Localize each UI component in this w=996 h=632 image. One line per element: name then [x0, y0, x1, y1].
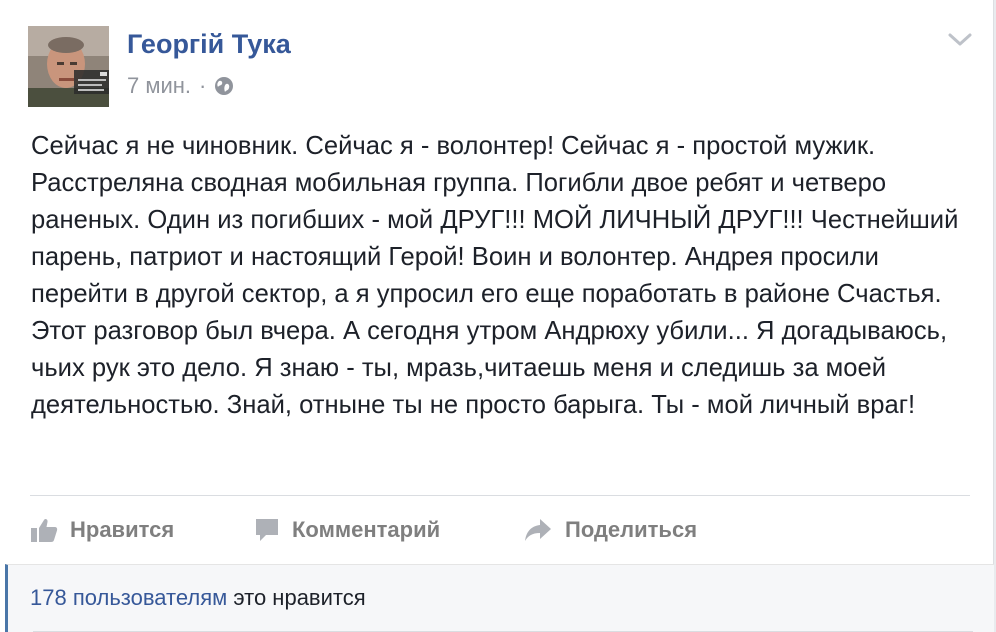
- post-text: Сейчас я не чиновник. Сейчас я - волонте…: [31, 132, 959, 419]
- post-card: Георгій Тука 7 мин. · Сейчас я не чиновн…: [0, 0, 994, 632]
- like-button[interactable]: Нравится: [30, 517, 254, 543]
- likes-summary: 178 пользователям это нравится: [5, 564, 994, 632]
- share-label: Поделиться: [565, 517, 698, 542]
- globe-icon[interactable]: [214, 76, 234, 96]
- avatar-photo: [28, 26, 109, 107]
- likes-count-link[interactable]: 178 пользователям: [30, 585, 227, 610]
- likes-suffix: это нравится: [233, 585, 366, 610]
- share-button[interactable]: Поделиться: [523, 517, 763, 543]
- comment-button[interactable]: Комментарий: [254, 517, 523, 543]
- post-meta: 7 мин. ·: [127, 73, 234, 99]
- post-actions: Нравится Комментарий Поделиться: [30, 510, 763, 550]
- likes-text: 178 пользователям это нравится: [30, 585, 366, 611]
- comment-bubble-icon: [256, 519, 278, 541]
- thumbs-up-icon: [31, 518, 58, 542]
- meta-separator: ·: [199, 73, 207, 98]
- like-label: Нравится: [70, 517, 175, 542]
- author-name[interactable]: Георгій Тука: [127, 29, 291, 60]
- post-time[interactable]: 7 мин.: [127, 73, 191, 99]
- comment-label: Комментарий: [292, 517, 441, 542]
- divider: [30, 495, 970, 496]
- author-avatar[interactable]: [28, 26, 109, 107]
- chevron-down-icon[interactable]: [946, 30, 974, 50]
- share-arrow-icon: [525, 519, 551, 541]
